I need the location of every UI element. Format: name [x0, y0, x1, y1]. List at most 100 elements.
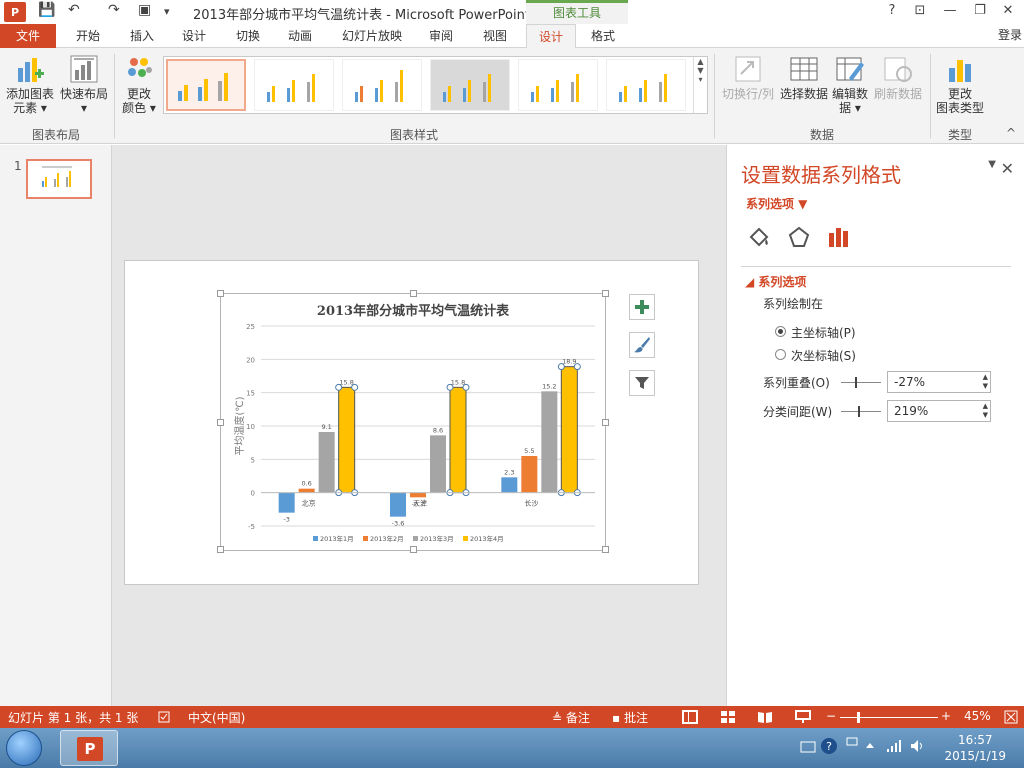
chart-elements-button[interactable] — [629, 294, 655, 320]
network-tray-icon[interactable] — [845, 736, 859, 750]
switch-row-column-button[interactable]: 切换行/列 — [718, 54, 778, 101]
resize-handle[interactable] — [217, 546, 224, 553]
change-colors-button[interactable]: 更改 颜色 ▾ — [118, 54, 160, 115]
comments-button[interactable]: ▪ 批注 — [612, 709, 648, 726]
pane-options-icon[interactable]: ▼ — [988, 159, 996, 170]
slide-sorter-icon[interactable] — [720, 710, 736, 724]
spin-arrows-icon[interactable]: ▲ ▼ — [983, 402, 988, 420]
chart[interactable]: 2013年部分城市平均气温统计表 -5 0 5 10 15 20 25 平均温度(℃) 北京 -3 0… — [221, 294, 605, 550]
normal-view-icon[interactable] — [682, 710, 698, 724]
keyboard-icon[interactable] — [800, 740, 816, 754]
ribbon-display-options-icon[interactable]: ⊡ — [910, 3, 930, 18]
tab-view[interactable]: 视图 — [472, 24, 518, 48]
reading-view-icon[interactable] — [757, 710, 773, 724]
gallery-scrollbar[interactable]: ▲ ▼ ▾ — [693, 57, 707, 113]
gap-width-input[interactable]: 219% ▲ ▼ — [887, 400, 991, 422]
tab-slideshow[interactable]: 幻灯片放映 — [334, 24, 410, 48]
show-hidden-icons-icon[interactable] — [865, 741, 875, 749]
system-clock[interactable]: 16:57 2015/1/19 — [944, 732, 1006, 764]
signin-link[interactable]: 登录 — [998, 26, 1022, 43]
resize-handle[interactable] — [410, 290, 417, 297]
slider-knob[interactable] — [858, 406, 860, 417]
series-options-section[interactable]: ◢ 系列选项 — [745, 273, 806, 290]
volume-icon[interactable] — [910, 739, 926, 753]
chart-style-1[interactable] — [166, 59, 246, 111]
slide[interactable]: 2013年部分城市平均气温统计表 -5 0 5 10 15 20 25 平均温度(℃) 北京 -3 0… — [124, 260, 699, 585]
tab-review[interactable]: 审阅 — [418, 24, 464, 48]
chart-style-2[interactable] — [254, 59, 334, 111]
undo-icon[interactable]: ↶ — [68, 2, 80, 18]
refresh-data-button[interactable]: 刷新数据 — [870, 54, 926, 101]
chart-style-5[interactable] — [518, 59, 598, 111]
chart-filters-button[interactable] — [629, 370, 655, 396]
group-label-chart-layouts: 图表布局 — [32, 128, 81, 142]
tab-animations[interactable]: 动画 — [278, 24, 322, 48]
zoom-out-button[interactable]: − — [826, 709, 836, 723]
redo-icon[interactable]: ↷ — [108, 2, 120, 18]
resize-handle[interactable] — [217, 419, 224, 426]
resize-handle[interactable] — [410, 546, 417, 553]
spelling-check-icon[interactable] — [158, 711, 170, 723]
help-tray-icon[interactable]: ? — [820, 737, 838, 755]
chart-tools-label: 图表工具 — [526, 0, 628, 24]
chart-style-preview — [178, 73, 228, 101]
secondary-axis-label[interactable]: 次坐标轴(S) — [791, 347, 856, 364]
language-status[interactable]: 中文(中国) — [188, 709, 245, 726]
fill-line-icon[interactable] — [747, 225, 771, 249]
pane-close-icon[interactable]: ✕ — [1001, 159, 1014, 178]
effects-icon[interactable] — [787, 225, 811, 249]
tab-chart-format[interactable]: 格式 — [580, 24, 626, 48]
slider-knob[interactable] — [855, 377, 857, 388]
zoom-in-button[interactable]: + — [941, 709, 951, 723]
tab-home[interactable]: 开始 — [66, 24, 110, 48]
save-icon[interactable]: 💾 — [38, 2, 55, 18]
tab-chart-design[interactable]: 设计 — [526, 24, 576, 49]
resize-handle[interactable] — [217, 290, 224, 297]
slideshow-icon[interactable] — [795, 710, 811, 724]
signal-icon[interactable] — [886, 739, 902, 753]
zoom-slider[interactable] — [840, 712, 938, 723]
zoom-level[interactable]: 45% — [964, 709, 991, 723]
add-chart-element-button[interactable]: 添加图表 元素 ▾ — [4, 54, 56, 115]
fit-to-window-icon[interactable] — [1004, 710, 1018, 724]
primary-axis-label[interactable]: 主坐标轴(P) — [791, 324, 856, 341]
quick-layout-button[interactable]: 快速布局 ▾ — [58, 54, 110, 115]
series-options-dropdown[interactable]: 系列选项 ▼ — [746, 195, 807, 212]
help-icon[interactable]: ? — [882, 3, 902, 18]
notes-button[interactable]: ≜ 备注 — [552, 709, 590, 726]
powerpoint-app-icon[interactable]: P — [4, 2, 26, 22]
chart-style-3[interactable] — [342, 59, 422, 111]
collapse-ribbon-icon[interactable]: ^ — [1006, 126, 1016, 140]
resize-handle[interactable] — [602, 290, 609, 297]
secondary-axis-radio[interactable] — [775, 349, 786, 360]
tab-transitions[interactable]: 切换 — [226, 24, 270, 48]
add-chart-element-icon — [18, 58, 44, 82]
customize-qat-icon[interactable]: ▾ — [164, 5, 170, 18]
edit-data-button[interactable]: 编辑数 据 ▾ — [830, 54, 870, 115]
chart-style-6[interactable] — [606, 59, 686, 111]
primary-axis-radio[interactable] — [775, 326, 786, 337]
chart-style-4[interactable] — [430, 59, 510, 111]
maximize-button[interactable]: ❐ — [970, 3, 990, 18]
change-chart-type-button[interactable]: 更改 图表类型 — [934, 54, 986, 115]
close-button[interactable]: ✕ — [998, 3, 1018, 18]
series-overlap-input[interactable]: -27% ▲ ▼ — [887, 371, 991, 393]
gap-width-slider[interactable] — [841, 406, 881, 417]
spin-arrows-icon[interactable]: ▲ ▼ — [983, 373, 988, 391]
start-button[interactable] — [6, 730, 42, 766]
chart-frame[interactable]: 2013年部分城市平均气温统计表 -5 0 5 10 15 20 25 平均温度(℃) 北京 -3 0… — [217, 290, 609, 553]
zoom-slider-knob[interactable] — [857, 712, 860, 723]
chart-styles-button[interactable] — [629, 332, 655, 358]
select-data-button[interactable]: 选择数据 — [776, 54, 832, 101]
resize-handle[interactable] — [602, 546, 609, 553]
series-overlap-slider[interactable] — [841, 377, 881, 388]
tab-file[interactable]: 文件 — [0, 24, 56, 48]
minimize-button[interactable]: — — [940, 3, 960, 18]
tab-insert[interactable]: 插入 — [120, 24, 164, 48]
start-presentation-icon[interactable]: ▣ — [138, 2, 151, 18]
tab-design[interactable]: 设计 — [172, 24, 216, 48]
taskbar-powerpoint[interactable]: P — [60, 730, 118, 766]
series-options-icon[interactable] — [827, 225, 851, 249]
slide-thumbnail[interactable] — [26, 159, 92, 199]
resize-handle[interactable] — [602, 419, 609, 426]
